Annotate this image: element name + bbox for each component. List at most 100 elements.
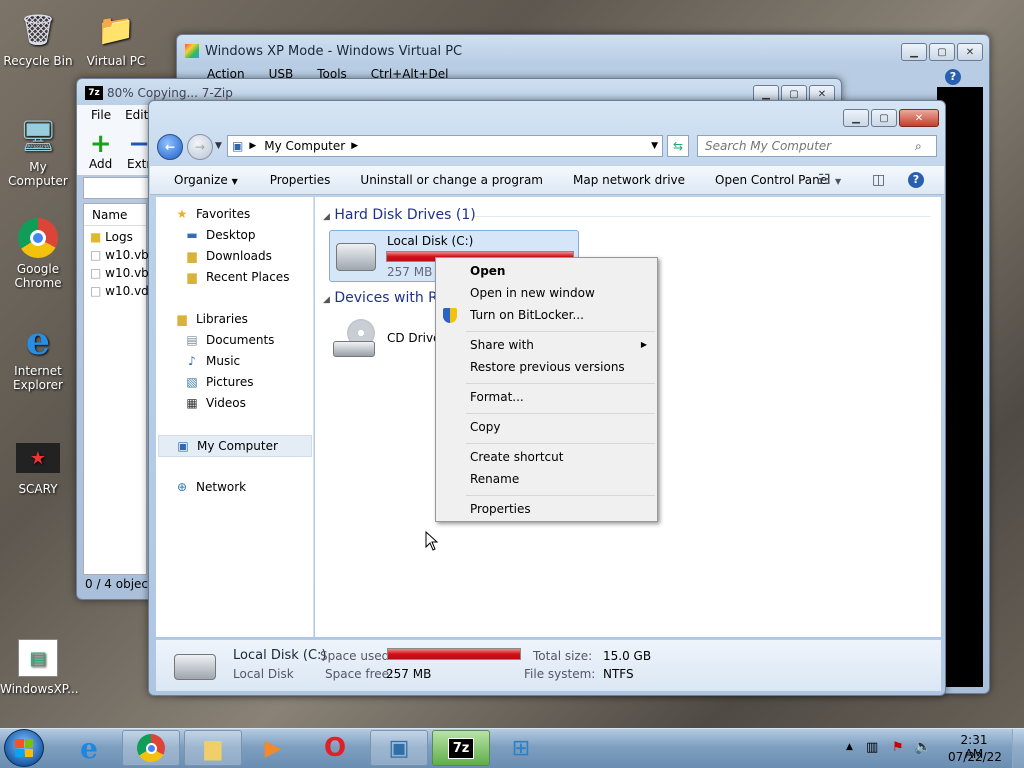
file-row[interactable]: ■ Logs [84,226,146,244]
breadcrumb[interactable]: My Computer [264,139,345,153]
file-row[interactable]: □ w10.vdi [84,280,152,298]
file-row[interactable]: □ w10.vbo [84,244,156,262]
taskbar-opera[interactable]: O [306,730,364,766]
desktop-icon-my-computer[interactable]: 🖥 My Computer [0,114,76,189]
taskbar-internet-explorer[interactable]: e [60,730,118,766]
minimize-button[interactable]: ▁ [843,109,869,127]
properties-button[interactable]: Properties [260,173,341,187]
forward-arrow-icon: → [194,140,206,154]
menu-item-share-with[interactable]: Share with [470,338,534,352]
menu-edit[interactable]: Edit [125,108,148,122]
menu-separator [466,443,655,444]
show-hidden-icons-icon[interactable]: ▲ [846,742,853,752]
menu-item-properties[interactable]: Properties [470,502,531,516]
desktop-icon-scary[interactable]: ★ SCARY [0,436,76,496]
file-icon: □ [90,284,102,298]
address-bar[interactable]: ▣ ▶ My Computer ▶ ▼ [227,135,663,157]
nav-my-computer[interactable]: ▣ My Computer [158,435,312,457]
close-button[interactable]: ✕ [957,43,983,61]
show-desktop-button[interactable] [1012,729,1024,768]
navigation-pane[interactable]: ★ Favorites ▬ Desktop ▆ Downloads ▆ Recent P… [156,197,314,637]
menu-item-format[interactable]: Format... [470,390,524,404]
menu-item-create-shortcut[interactable]: Create shortcut [470,450,563,464]
menu-item-restore-previous-versions[interactable]: Restore previous versions [470,360,625,374]
context-menu[interactable]: Open Open in new window Turn on BitLocke… [435,257,658,522]
desktop-icon-windowsxp[interactable]: ▤ WindowsXP... [0,636,79,696]
preview-pane-icon[interactable]: ◫ [872,172,885,188]
internet-explorer-icon: e [80,731,98,765]
menu-item-open-new-window[interactable]: Open in new window [470,286,595,300]
maximize-button[interactable]: ▢ [871,109,897,127]
taskbar-media-player[interactable]: ▶ [244,730,302,766]
taskbar-control-panel[interactable]: ⊞ [492,730,550,766]
desktop-icon-ie[interactable]: e Internet Explorer [0,318,76,393]
desktop-icon-chrome[interactable]: Google Chrome [0,216,76,290]
nav-recent-places[interactable]: ▆ Recent Places [184,270,289,284]
folder-icon: ▆ [204,735,222,761]
column-header-name[interactable]: Name [84,204,146,226]
nav-pictures[interactable]: ▧ Pictures [184,375,253,389]
menu-item-copy[interactable]: Copy [470,420,500,434]
refresh-button[interactable]: ⇆ [667,135,689,157]
menu-item-rename[interactable]: Rename [470,472,519,486]
nav-favorites[interactable]: ★ Favorites [174,207,251,221]
network-tray-icon[interactable]: ▥ [866,740,878,755]
group-header-removable-storage[interactable]: ◢ Devices with Re [323,290,446,306]
help-icon[interactable]: ? [908,172,924,188]
7zip-file-list[interactable]: Name ■ Logs □ w10.vbo □ w10.vbo □ w10.vd… [83,203,156,575]
hard-drive-icon [336,243,376,271]
back-button[interactable]: ← [157,134,183,160]
address-dropdown-icon[interactable]: ▼ [651,141,658,151]
nav-music[interactable]: ♪ Music [184,354,240,368]
menu-item-open[interactable]: Open [470,264,505,278]
mouse-cursor-icon [425,531,439,551]
maximize-button[interactable]: ▢ [929,43,955,61]
organize-button[interactable]: Organize ▼ [164,173,248,187]
search-box[interactable]: ⌕ [697,135,937,157]
computer-icon: ▣ [232,139,244,153]
search-input[interactable] [705,139,915,153]
close-button[interactable]: ✕ [899,109,939,127]
nav-documents[interactable]: ▤ Documents [184,333,274,347]
details-drive-name: Local Disk (C:) [233,648,327,663]
7zip-pathbar [83,177,153,199]
shield-icon [443,308,457,323]
network-icon: ⊕ [176,480,188,494]
start-button[interactable] [4,729,44,767]
details-drive-type: Local Disk [233,667,294,681]
nav-desktop[interactable]: ▬ Desktop [184,228,255,242]
taskbar-virtual-pc[interactable]: ▣ [370,730,428,766]
nav-videos[interactable]: ▦ Videos [184,396,246,410]
clock-date[interactable]: 07/22/22 [948,750,1002,764]
history-dropdown-icon[interactable]: ▼ [215,141,222,151]
libraries-icon: ▆ [177,312,187,326]
help-icon[interactable]: ? [945,69,961,85]
nav-libraries[interactable]: ▆ Libraries [174,312,247,326]
menu-item-turn-on-bitlocker[interactable]: Turn on BitLocker... [470,308,584,322]
computer-icon: 🖥 [18,118,58,154]
map-network-drive-button[interactable]: Map network drive [563,173,695,187]
taskbar-windows-explorer[interactable]: ▆ [184,730,242,766]
volume-tray-icon[interactable]: 🔈 [914,739,931,755]
add-button[interactable]: + Add [89,131,112,171]
view-options-icon[interactable]: ☷ ▼ [818,172,841,188]
action-center-tray-icon[interactable]: ⚑ [892,740,904,755]
forward-button[interactable]: → [187,134,213,160]
cd-drive-icon [333,319,377,359]
nav-downloads[interactable]: ▆ Downloads [184,249,272,263]
back-arrow-icon: ← [164,140,176,154]
taskbar-chrome[interactable] [122,730,180,766]
desktop-icon-recycle-bin[interactable]: 🗑 Recycle Bin [0,8,76,69]
menu-file[interactable]: File [91,108,111,122]
minimize-button[interactable]: ▁ [901,43,927,61]
taskbar-7zip[interactable]: 7z [432,730,490,766]
search-icon: ⌕ [915,138,922,153]
menu-separator [466,495,655,496]
nav-network[interactable]: ⊕ Network [174,480,246,494]
uninstall-button[interactable]: Uninstall or change a program [350,173,553,187]
desktop-icon-virtual-pc[interactable]: 📁 Virtual PC [78,8,154,69]
group-header-hard-disk-drives[interactable]: ◢ Hard Disk Drives (1) [323,207,476,223]
file-row[interactable]: □ w10.vbo [84,262,156,280]
opera-icon: O [323,733,347,763]
folder-icon: ■ [90,230,102,244]
